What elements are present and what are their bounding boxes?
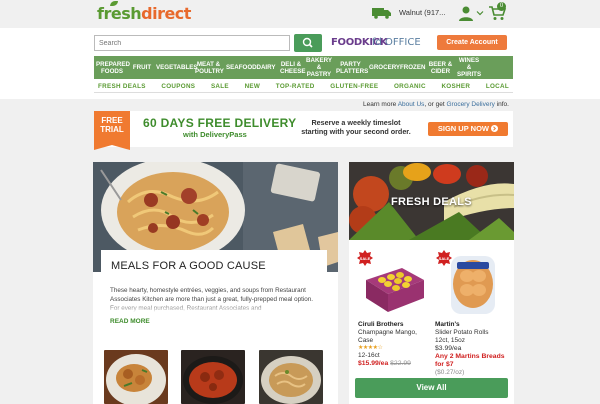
category-nav: PREPARED FOODS FRUIT VEGETABLES MEAT & P… — [94, 56, 513, 79]
delivery-truck-icon[interactable] — [372, 7, 392, 19]
text-fade — [110, 303, 320, 313]
banner-headline: 60 DAYS FREE DELIVERY — [143, 116, 297, 130]
meals-card: MEALS FOR A GOOD CAUSE These hearty, hom… — [93, 162, 338, 404]
banner-subline: with DeliveryPass — [183, 130, 247, 139]
learn-prefix: Learn more — [363, 101, 398, 108]
logo-fresh-text: fresh — [97, 4, 142, 23]
product-card-mango[interactable]: Ciruli Brothers Champagne Mango, Case ★★… — [358, 321, 436, 368]
category-grocery[interactable]: GROCERY — [367, 64, 400, 71]
badge-line2: TRIAL — [100, 125, 124, 134]
chevron-down-icon[interactable] — [476, 9, 484, 17]
svg-text:SALE: SALE — [439, 256, 450, 261]
view-all-button[interactable]: View All — [355, 378, 508, 398]
product-brand[interactable]: Martin's — [435, 321, 513, 329]
product-unit-price: ($0.27/oz) — [435, 369, 465, 376]
category-party-platters[interactable]: PARTY PLATTERS — [334, 61, 368, 75]
product-card-rolls[interactable]: Martin's Slider Potato Rolls 12ct, 15oz … — [435, 321, 513, 377]
sign-up-label: SIGN UP NOW — [437, 124, 490, 133]
product-size: 12-16ct — [358, 352, 380, 359]
reserve-line1: Reserve a weekly timeslot — [311, 118, 401, 127]
product-promo: Any 2 Martins Breads for $7 — [435, 353, 505, 368]
search-button[interactable] — [294, 34, 322, 52]
sign-up-now-button[interactable]: SIGN UP NOW — [428, 122, 508, 136]
arrow-right-icon — [491, 125, 499, 132]
pasta-dish-thumbnail[interactable] — [259, 350, 323, 404]
search-input[interactable] — [94, 35, 290, 51]
meals-title[interactable]: MEALS FOR A GOOD CAUSE — [111, 260, 266, 272]
subnav-gluten-free[interactable]: GLUTEN-FREE — [330, 83, 378, 90]
about-us-link[interactable]: About Us — [398, 101, 425, 108]
create-account-button[interactable]: Create Account — [437, 35, 507, 50]
sale-price: $15.99/ea — [358, 360, 389, 367]
product-name: Champagne Mango, — [358, 329, 417, 336]
fresh-deals-card: FRESH DEALS SALE Ciruli Brothers Champag… — [349, 162, 514, 404]
subnav-kosher[interactable]: KOSHER — [441, 83, 470, 90]
read-more-link[interactable]: READ MORE — [110, 318, 150, 325]
sale-badge-icon: SALE — [357, 250, 373, 266]
logo-direct-text: direct — [141, 4, 191, 23]
product-price: $3.99/ea — [435, 345, 462, 352]
sale-badge-icon: SALE — [436, 250, 452, 266]
product-size: 12ct, 15oz — [435, 337, 465, 344]
category-dairy[interactable]: DAIRY — [254, 64, 278, 71]
category-prepared-foods[interactable]: PREPARED FOODS — [94, 61, 130, 75]
rating-stars: ★★★★☆ — [358, 345, 383, 351]
subnav-fresh-deals[interactable]: FRESH DEALS — [98, 83, 146, 90]
category-bakery-pastry[interactable]: BAKERY & PASTRY — [304, 57, 334, 78]
learn-middle: , or get — [424, 101, 447, 108]
reserve-line2: starting with your second order. — [301, 127, 411, 136]
fresh-deals-title[interactable]: FRESH DEALS — [349, 196, 514, 208]
search-icon — [302, 37, 313, 48]
product-name: Slider Potato Rolls — [435, 329, 489, 336]
user-account-icon[interactable] — [458, 5, 474, 21]
product-name-cont: Case — [358, 337, 374, 344]
sub-nav: FRESH DEALS COUPONS SALE NEW TOP-RATED G… — [94, 80, 513, 93]
was-price: $22.99 — [390, 360, 411, 367]
category-meat-poultry[interactable]: MEAT & POULTRY — [193, 61, 224, 75]
subnav-local[interactable]: LOCAL — [486, 83, 509, 90]
category-seafood[interactable]: SEAFOOD — [224, 64, 257, 71]
product-price: $15.99/ea $22.99 — [358, 360, 436, 368]
subnav-top-rated[interactable]: TOP-RATED — [276, 83, 315, 90]
subnav-sale[interactable]: SALE — [211, 83, 229, 90]
category-beer-cider[interactable]: BEER & CIDER — [426, 61, 455, 75]
learn-suffix: info. — [494, 101, 509, 108]
svg-text:SALE: SALE — [360, 256, 371, 261]
fd-office-link[interactable]: fd OFFICE — [372, 37, 421, 48]
category-fruit[interactable]: FRUIT — [130, 64, 154, 71]
chicken-dish-thumbnail[interactable] — [104, 350, 168, 404]
zip-location-label[interactable]: Walnut (917... — [399, 8, 445, 17]
category-frozen[interactable]: FROZEN — [398, 64, 426, 71]
freshdirect-logo[interactable]: freshdirect — [97, 4, 191, 23]
badge-ribbon-tail — [94, 145, 130, 150]
free-trial-badge: FREE TRIAL — [94, 111, 130, 145]
learn-more-line: Learn more About Us, or get Grocery Deli… — [363, 101, 509, 108]
category-vegetables[interactable]: VEGETABLES — [154, 64, 197, 71]
category-deli-cheese[interactable]: DELI & CHEESE — [278, 61, 305, 75]
subnav-coupons[interactable]: COUPONS — [161, 83, 195, 90]
subnav-new[interactable]: NEW — [245, 83, 261, 90]
cart-count-badge: 0 — [497, 2, 506, 11]
banner-reserve-text: Reserve a weekly timeslot starting with … — [296, 118, 416, 136]
grocery-delivery-link[interactable]: Grocery Delivery — [446, 101, 494, 108]
category-wines-spirits[interactable]: WINES & SPIRITS — [455, 57, 483, 78]
product-brand[interactable]: Ciruli Brothers — [358, 321, 436, 329]
top-bar — [0, 0, 600, 28]
badge-line1: FREE — [101, 116, 123, 125]
subnav-organic[interactable]: ORGANIC — [394, 83, 426, 90]
meatball-dish-thumbnail[interactable] — [181, 350, 245, 404]
